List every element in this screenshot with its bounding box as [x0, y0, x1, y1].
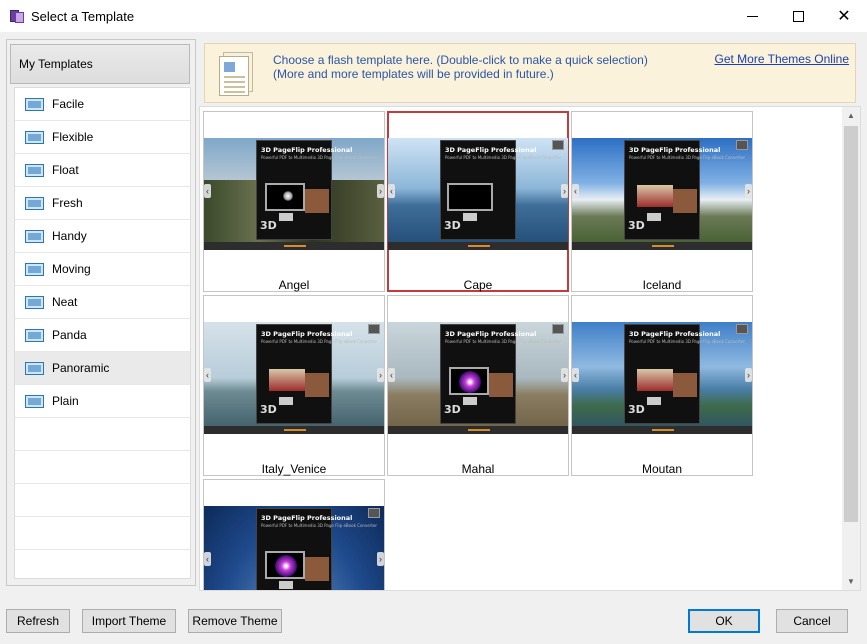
list-item-label: Handy [52, 229, 87, 243]
template-gallery[interactable]: 3D PageFlip Professional Powerful PDF to … [199, 106, 861, 591]
template-card-italy-venice[interactable]: 3D PageFlip Professional Powerful PDF to … [203, 295, 385, 476]
list-item-plain[interactable]: Plain [15, 385, 190, 418]
template-category-panel: My Templates Facile Flexible Float Fresh… [6, 39, 196, 586]
template-thumbnail: 3D PageFlip Professional Powerful PDF to … [204, 506, 384, 590]
template-name: Moutan [641, 462, 683, 476]
template-thumbnail: 3D PageFlip Professional Powerful PDF to … [204, 138, 384, 250]
get-more-themes-link[interactable]: Get More Themes Online [714, 52, 849, 66]
template-icon [25, 97, 44, 111]
list-item-label: Facile [52, 97, 85, 111]
template-icon [25, 163, 44, 177]
ok-button[interactable]: OK [688, 609, 760, 633]
list-item-label: Flexible [52, 130, 94, 144]
title-bar: Select a Template ✕ [0, 0, 867, 32]
chevron-left-icon: ‹ [388, 184, 395, 198]
chevron-right-icon: › [561, 184, 568, 198]
template-icon [25, 229, 44, 243]
chevron-left-icon: ‹ [388, 368, 395, 382]
scroll-down-arrow-icon[interactable]: ▼ [842, 573, 860, 590]
list-item [15, 451, 190, 484]
minimize-icon [746, 15, 758, 17]
document-icon [219, 50, 259, 96]
chevron-left-icon: ‹ [204, 368, 211, 382]
template-card-cape[interactable]: 3D PageFlip Professional Powerful PDF to … [387, 111, 569, 292]
template-name: Italy_Venice [261, 462, 327, 476]
list-item [15, 484, 190, 517]
list-item-label: Panoramic [52, 361, 110, 375]
chevron-right-icon: › [745, 368, 752, 382]
scrollbar-thumb[interactable] [844, 126, 858, 522]
scroll-up-arrow-icon[interactable]: ▲ [842, 107, 860, 124]
template-card-angel[interactable]: 3D PageFlip Professional Powerful PDF to … [203, 111, 385, 292]
list-item-neat[interactable]: Neat [15, 286, 190, 319]
template-name: Cape [463, 278, 493, 292]
list-item [15, 418, 190, 451]
template-icon [25, 328, 44, 342]
chevron-right-icon: › [377, 184, 384, 198]
template-thumbnail: 3D PageFlip Professional Powerful PDF to … [204, 322, 384, 434]
close-icon: ✕ [837, 8, 851, 25]
list-item-label: Neat [52, 295, 78, 309]
remove-theme-button[interactable]: Remove Theme [188, 609, 282, 633]
close-button[interactable]: ✕ [821, 0, 867, 32]
template-card-mahal[interactable]: 3D PageFlip Professional Powerful PDF to … [387, 295, 569, 476]
list-item-label: Panda [52, 328, 87, 342]
list-item-moving[interactable]: Moving [15, 253, 190, 286]
chevron-right-icon: › [377, 552, 384, 566]
template-icon [25, 196, 44, 210]
vertical-scrollbar[interactable]: ▲ ▼ [842, 107, 860, 590]
list-item-flexible[interactable]: Flexible [15, 121, 190, 154]
template-icon [25, 394, 44, 408]
template-thumbnail: 3D PageFlip Professional Powerful PDF to … [388, 322, 568, 434]
banner-text: Choose a flash template here. (Double-cl… [273, 53, 648, 81]
list-item-label: Plain [52, 394, 79, 408]
template-list[interactable]: Facile Flexible Float Fresh Handy Moving… [14, 87, 191, 579]
list-item-label: Moving [52, 262, 91, 276]
app-icon [9, 8, 25, 24]
chevron-right-icon: › [377, 368, 384, 382]
import-theme-button[interactable]: Import Theme [82, 609, 176, 633]
template-name: Angel [278, 278, 310, 292]
chevron-right-icon: › [561, 368, 568, 382]
template-name: Iceland [642, 278, 682, 292]
maximize-button[interactable] [775, 0, 821, 32]
template-thumbnail: 3D PageFlip Professional Powerful PDF to … [388, 138, 568, 250]
list-item-float[interactable]: Float [15, 154, 190, 187]
template-card-iceland[interactable]: 3D PageFlip Professional Powerful PDF to … [571, 111, 753, 292]
list-item-facile[interactable]: Facile [15, 88, 190, 121]
banner-line-2: (More and more templates will be provide… [273, 67, 554, 81]
list-item-handy[interactable]: Handy [15, 220, 190, 253]
list-item-panda[interactable]: Panda [15, 319, 190, 352]
list-item-label: Float [52, 163, 79, 177]
my-templates-header[interactable]: My Templates [10, 44, 190, 84]
list-item-fresh[interactable]: Fresh [15, 187, 190, 220]
minimize-button[interactable] [729, 0, 775, 32]
template-card-moutan[interactable]: 3D PageFlip Professional Powerful PDF to … [571, 295, 753, 476]
chevron-left-icon: ‹ [204, 184, 211, 198]
chevron-left-icon: ‹ [572, 368, 579, 382]
template-thumbnail: 3D PageFlip Professional Powerful PDF to … [572, 322, 752, 434]
template-icon [25, 295, 44, 309]
refresh-button[interactable]: Refresh [6, 609, 70, 633]
chevron-left-icon: ‹ [204, 552, 211, 566]
template-icon [25, 130, 44, 144]
template-icon [25, 361, 44, 375]
chevron-right-icon: › [745, 184, 752, 198]
list-item [15, 517, 190, 550]
list-item-label: Fresh [52, 196, 83, 210]
chevron-left-icon: ‹ [572, 184, 579, 198]
info-banner: Choose a flash template here. (Double-cl… [204, 43, 856, 103]
window-title: Select a Template [31, 8, 135, 24]
template-card-7[interactable]: 3D PageFlip Professional Powerful PDF to … [203, 479, 385, 590]
maximize-icon [792, 10, 804, 22]
template-thumbnail: 3D PageFlip Professional Powerful PDF to … [572, 138, 752, 250]
template-icon [25, 262, 44, 276]
template-name: Mahal [461, 462, 495, 476]
cancel-button[interactable]: Cancel [776, 609, 848, 633]
banner-line-1: Choose a flash template here. (Double-cl… [273, 53, 648, 67]
list-item-panoramic[interactable]: Panoramic [15, 352, 190, 385]
